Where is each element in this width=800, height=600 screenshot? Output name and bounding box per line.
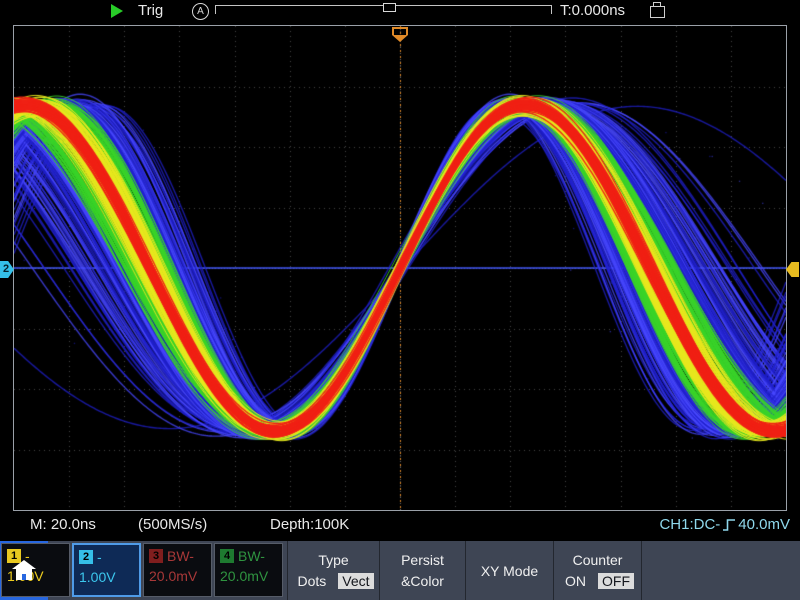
channel-2-badge: 2 <box>79 550 93 564</box>
persist-color-menu-button[interactable]: Persist &Color <box>380 541 465 600</box>
xy-mode-menu-button[interactable]: XY Mode <box>466 541 553 600</box>
auto-trigger-icon: A <box>192 3 209 20</box>
persist-line1: Persist <box>401 552 444 568</box>
printer-icon[interactable] <box>650 6 665 18</box>
xy-mode-label: XY Mode <box>481 563 538 579</box>
trigger-source-label: CH1:DC- <box>659 516 720 533</box>
run-state-play-icon <box>111 4 123 18</box>
oscilloscope-screen: Trig A T:0.000ns 2 M: 20.0ns (500MS/s) D… <box>0 0 800 600</box>
type-option-dots[interactable]: Dots <box>293 573 330 589</box>
bottom-menu-bar: 1- 1.00V 2- 1.00V 3BW- 20.0mV 4BW- 20.0m… <box>0 541 800 600</box>
trigger-info-readout: CH1:DC- 40.0mV <box>659 516 790 533</box>
trig-label: Trig <box>138 2 163 19</box>
counter-title: Counter <box>573 552 623 568</box>
channel-2-scale: 1.00V <box>79 569 134 585</box>
channel-3-box[interactable]: 3 BW- 20.0mV <box>143 543 212 597</box>
type-option-vect[interactable]: Vect <box>338 573 373 589</box>
menu-separator <box>641 541 642 600</box>
persist-line2: &Color <box>401 573 444 589</box>
channel-3-badge: 3 <box>149 549 163 563</box>
memory-window-marker[interactable] <box>383 3 396 12</box>
ch2-position-marker[interactable]: 2 <box>0 261 14 278</box>
type-menu-button[interactable]: Type Dots Vect <box>288 541 379 600</box>
rising-edge-icon <box>722 517 736 533</box>
trigger-time-readout: T:0.000ns <box>560 2 625 19</box>
type-menu-title: Type <box>318 552 348 568</box>
channel-2-box[interactable]: 2- 1.00V <box>72 543 141 597</box>
home-icon <box>12 560 36 582</box>
counter-option-on[interactable]: ON <box>561 573 590 589</box>
channel-3-scale: 20.0mV <box>149 568 206 584</box>
memory-position-bar[interactable] <box>215 5 552 14</box>
graticule <box>13 25 787 511</box>
counter-menu-button[interactable]: Counter ON OFF <box>554 541 641 600</box>
channel-4-coupling: BW- <box>238 548 265 564</box>
trigger-level-marker[interactable] <box>786 262 799 277</box>
channel-2-coupling: - <box>97 549 102 565</box>
status-bar: M: 20.0ns (500MS/s) Depth:100K CH1:DC- 4… <box>0 512 800 540</box>
record-depth-readout: Depth:100K <box>270 516 349 533</box>
waveform-canvas <box>14 26 786 510</box>
timebase-readout: M: 20.0ns <box>30 516 96 533</box>
channel-3-coupling: BW- <box>167 548 194 564</box>
counter-option-off[interactable]: OFF <box>598 573 634 589</box>
channel-4-box[interactable]: 4 BW- 20.0mV <box>214 543 283 597</box>
trigger-level-readout: 40.0mV <box>738 516 790 533</box>
channel-4-badge: 4 <box>220 549 234 563</box>
channel-4-scale: 20.0mV <box>220 568 277 584</box>
sample-rate-readout: (500MS/s) <box>138 516 207 533</box>
trigger-position-marker[interactable] <box>392 27 408 35</box>
